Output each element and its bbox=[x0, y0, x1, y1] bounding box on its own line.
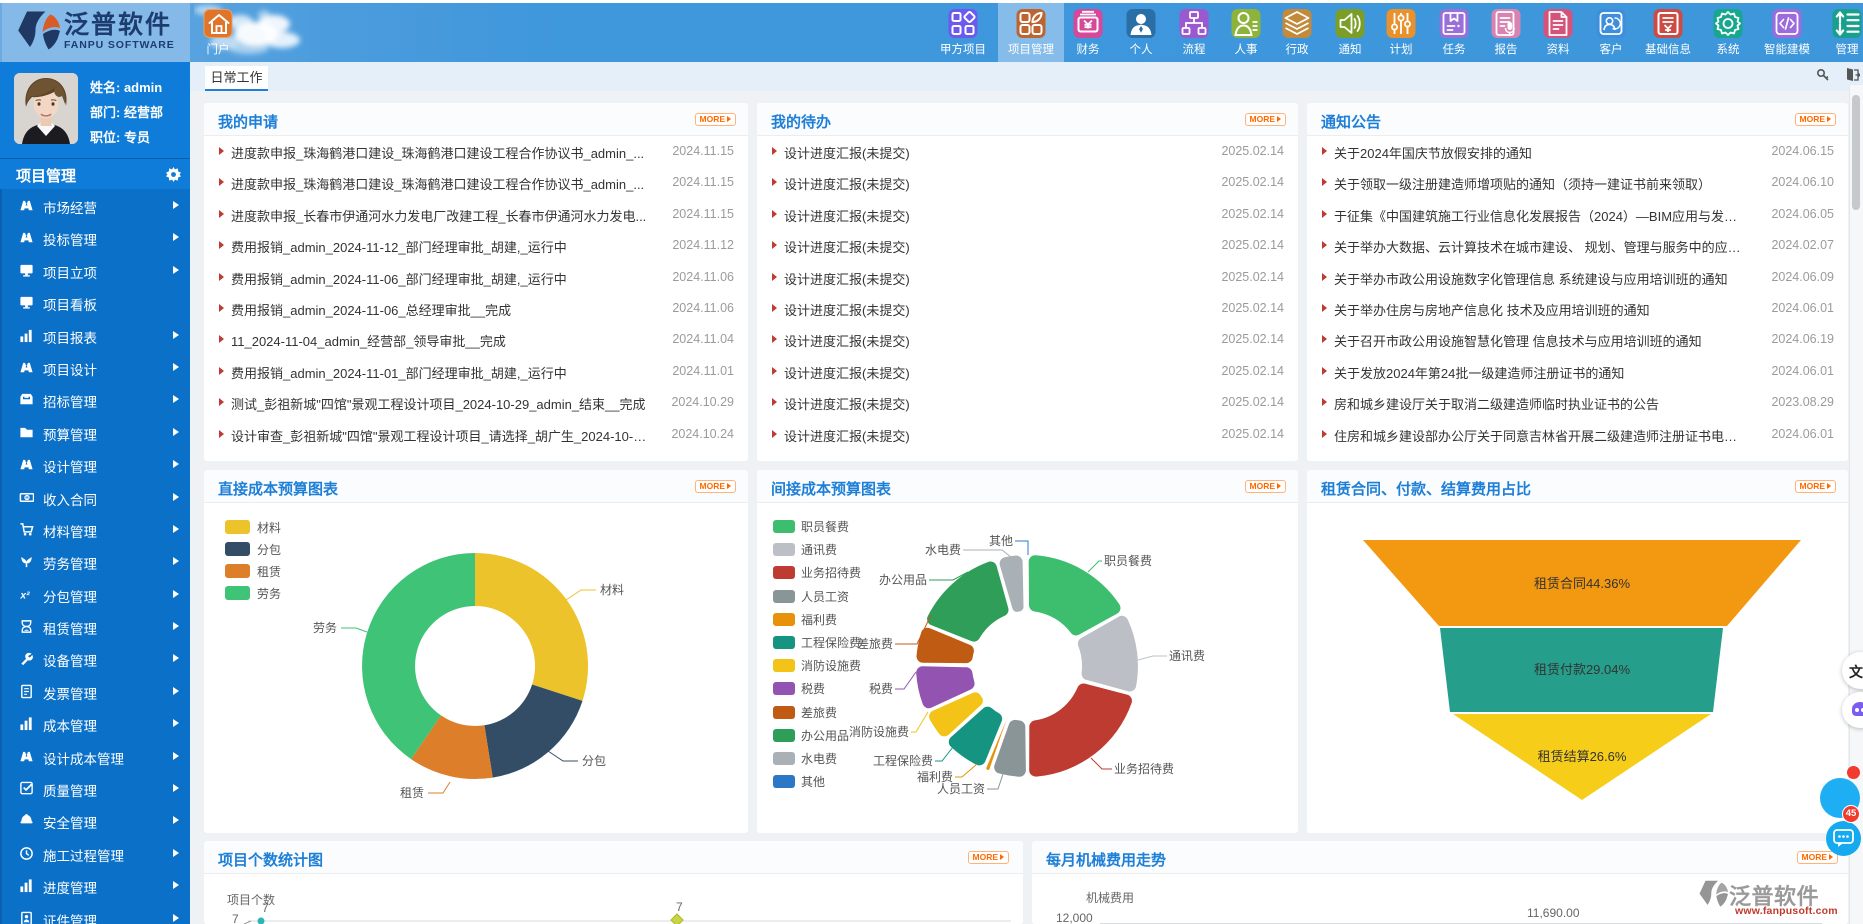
svg-text:税费: 税费 bbox=[869, 682, 893, 696]
svg-text:租赁合同44.36%: 租赁合同44.36% bbox=[1534, 576, 1631, 591]
svg-text:人员工资: 人员工资 bbox=[801, 590, 849, 604]
svg-text:租赁付款29.04%: 租赁付款29.04% bbox=[1534, 662, 1631, 677]
svg-text:消防设施费: 消防设施费 bbox=[849, 724, 909, 739]
svg-text:工程保险费: 工程保险费 bbox=[801, 635, 861, 650]
svg-text:水电费: 水电费 bbox=[801, 752, 837, 766]
svg-text:材料: 材料 bbox=[257, 521, 281, 535]
svg-text:机械费用: 机械费用 bbox=[1086, 890, 1134, 905]
svg-text:11,690.00: 11,690.00 bbox=[1527, 906, 1580, 920]
svg-text:差旅费: 差旅费 bbox=[801, 706, 837, 720]
svg-text:分包: 分包 bbox=[257, 543, 281, 557]
svg-text:消防设施费: 消防设施费 bbox=[801, 658, 861, 673]
svg-text:租赁结算26.6%: 租赁结算26.6% bbox=[1538, 749, 1627, 764]
svg-text:7: 7 bbox=[676, 900, 683, 914]
svg-text:业务招待费: 业务招待费 bbox=[801, 565, 861, 580]
svg-text:租赁: 租赁 bbox=[400, 786, 424, 800]
svg-text:1: 1 bbox=[26, 495, 29, 500]
svg-text:租赁: 租赁 bbox=[257, 565, 281, 579]
svg-text:劳务: 劳务 bbox=[257, 586, 281, 601]
svg-text:其他: 其他 bbox=[989, 534, 1013, 548]
svg-text:x²: x² bbox=[19, 590, 30, 601]
svg-text:福利费: 福利费 bbox=[801, 612, 837, 627]
svg-text:办公用品: 办公用品 bbox=[801, 728, 849, 743]
svg-text:职员餐费: 职员餐费 bbox=[1104, 553, 1152, 568]
svg-text:12,000: 12,000 bbox=[1056, 911, 1093, 924]
svg-text:差旅费: 差旅费 bbox=[857, 637, 893, 651]
svg-text:其他: 其他 bbox=[801, 775, 825, 789]
svg-text:通讯费: 通讯费 bbox=[1169, 649, 1205, 663]
svg-text:分包: 分包 bbox=[582, 754, 606, 768]
svg-text:材料: 材料 bbox=[600, 583, 624, 597]
svg-text:业务招待费: 业务招待费 bbox=[1114, 761, 1174, 776]
svg-text:税费: 税费 bbox=[801, 682, 825, 696]
svg-text:办公用品: 办公用品 bbox=[879, 572, 927, 587]
svg-text:7: 7 bbox=[262, 901, 269, 915]
svg-text:工程保险费: 工程保险费 bbox=[873, 753, 933, 768]
svg-text:人员工资: 人员工资 bbox=[937, 782, 985, 796]
svg-text:劳务: 劳务 bbox=[313, 620, 337, 635]
svg-text:水电费: 水电费 bbox=[925, 543, 961, 557]
svg-text:通讯费: 通讯费 bbox=[801, 543, 837, 557]
svg-text:7: 7 bbox=[232, 912, 239, 924]
svg-text:职员餐费: 职员餐费 bbox=[801, 519, 849, 534]
